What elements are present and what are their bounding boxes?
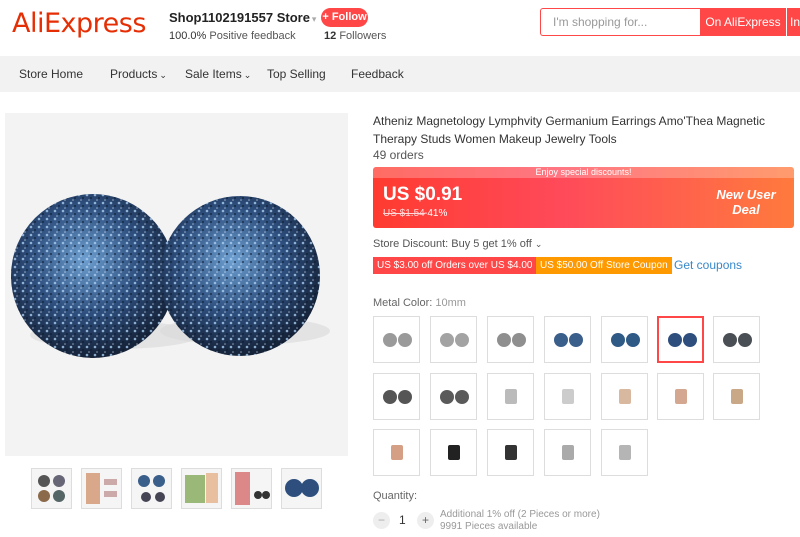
discount-strip: Enjoy special discounts! [373, 167, 794, 178]
color-swatch-selected[interactable] [657, 316, 704, 363]
color-swatch[interactable] [544, 373, 591, 420]
color-swatch[interactable] [487, 373, 534, 420]
original-price: US $1.54 [383, 208, 425, 219]
color-swatch[interactable] [373, 316, 420, 363]
chevron-down-icon: ⌄ [243, 70, 252, 80]
get-coupons-link[interactable]: Get coupons [674, 258, 742, 272]
color-swatch[interactable] [430, 316, 477, 363]
coupon-store[interactable]: US $50.00 Off Store Coupon [536, 257, 672, 274]
search-aliexpress-button[interactable]: On AliExpress [700, 8, 786, 36]
thumbnail-1[interactable] [31, 468, 72, 509]
nav-store-home[interactable]: Store Home [19, 67, 83, 81]
nav-label: Products [110, 67, 158, 81]
followers-label: Followers [339, 30, 387, 42]
thumbnail-2[interactable] [81, 468, 122, 509]
metal-color-value: 10mm [435, 297, 466, 309]
color-swatch[interactable] [601, 316, 648, 363]
chevron-down-icon: ▾ [311, 14, 317, 24]
quantity-decrease-button[interactable]: − [373, 512, 390, 529]
metal-color-label: Metal Color: 10mm [373, 297, 466, 309]
followers-count: 12 Followers [324, 30, 386, 42]
thumbnail-4[interactable] [181, 468, 222, 509]
current-price: US $0.91 [383, 184, 463, 205]
search-input[interactable]: I'm shopping for... [540, 8, 700, 36]
store-nav: Store Home Products ⌄ Sale Items ⌄ Top Sel… [0, 56, 800, 92]
store-header: AliExpress Shop1102191557 Store ▾ 100.0% … [0, 0, 800, 56]
store-discount[interactable]: Store Discount: Buy 5 get 1% off ⌄ [373, 238, 542, 250]
color-swatch[interactable] [601, 373, 648, 420]
color-swatch[interactable] [713, 316, 760, 363]
feedback-label: Positive feedback [209, 30, 296, 42]
quantity-increase-button[interactable]: + [417, 512, 434, 529]
nav-label: Sale Items [185, 67, 242, 81]
coupon-orders-over[interactable]: US $3.00 off Orders over US $4.00 [373, 257, 537, 274]
follow-button[interactable]: + Follow [321, 8, 368, 27]
store-name: Shop1102191557 Store [169, 10, 310, 25]
price-banner: Enjoy special discounts! US $0.91 US $1.… [373, 167, 794, 228]
thumbnail-5[interactable] [231, 468, 272, 509]
quantity-label: Quantity: [373, 490, 418, 502]
thumbnail-6[interactable] [281, 468, 322, 509]
color-swatch[interactable] [713, 373, 760, 420]
color-swatch[interactable] [544, 316, 591, 363]
discount-percent: -41% [424, 208, 448, 219]
color-swatch[interactable] [487, 316, 534, 363]
color-swatch[interactable] [601, 429, 648, 476]
product-main-image[interactable] [5, 113, 348, 456]
product-title: Atheniz Magnetology Lymphvity Germanium … [373, 114, 766, 146]
store-name-link[interactable]: Shop1102191557 Store ▾ [169, 10, 316, 25]
quantity-value[interactable]: 1 [399, 513, 406, 527]
metal-color-title: Metal Color: [373, 297, 433, 309]
color-swatch[interactable] [544, 429, 591, 476]
chevron-down-icon: ⌄ [534, 239, 543, 249]
nav-top-selling[interactable]: Top Selling [267, 67, 326, 81]
positive-feedback: 100.0% Positive feedback [169, 30, 296, 42]
orders-count: 49 orders [373, 148, 424, 162]
quantity-discount-note: Additional 1% off (2 Pieces or more) [440, 509, 600, 520]
search-in-store-button[interactable]: In [786, 8, 800, 36]
pieces-available: 9991 Pieces available [440, 521, 538, 532]
color-swatch[interactable] [657, 373, 704, 420]
color-swatch[interactable] [373, 429, 420, 476]
feedback-percent: 100.0% [169, 30, 207, 42]
followers-number: 12 [324, 30, 337, 42]
chevron-down-icon: ⌄ [159, 70, 167, 80]
nav-products[interactable]: Products ⌄ [110, 67, 167, 81]
color-swatch[interactable] [487, 429, 534, 476]
color-swatch[interactable] [373, 373, 420, 420]
quantity-note: Additional 1% off (2 Pieces or more) 999… [440, 509, 600, 533]
color-swatch[interactable] [430, 429, 477, 476]
thumbnail-3[interactable] [131, 468, 172, 509]
new-user-deal-badge: New User Deal [716, 187, 776, 217]
color-swatch[interactable] [430, 373, 477, 420]
earring-studs-image [11, 194, 330, 358]
store-discount-text: Store Discount: Buy 5 get 1% off [373, 238, 532, 250]
aliexpress-logo[interactable]: AliExpress [12, 8, 146, 39]
nav-feedback[interactable]: Feedback [351, 67, 404, 81]
nav-label: Store Home [19, 67, 84, 81]
nav-label: Feedback [351, 67, 404, 81]
nav-sale-items[interactable]: Sale Items ⌄ [185, 67, 251, 81]
nav-label: Top Selling [267, 67, 326, 81]
